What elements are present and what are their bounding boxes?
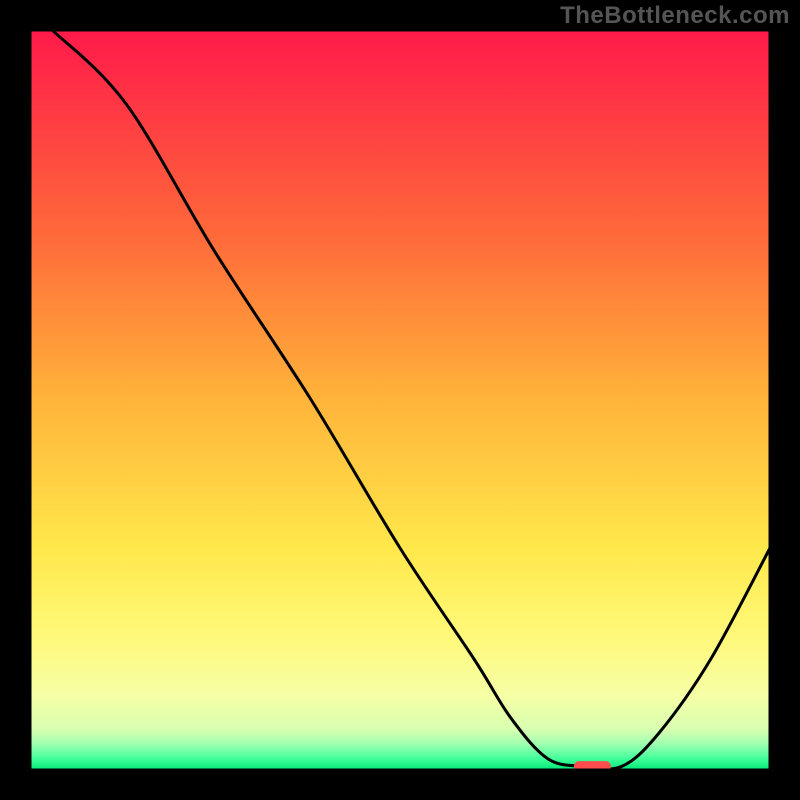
bottleneck-chart [0, 0, 800, 800]
plot-background [30, 30, 770, 770]
watermark-label: TheBottleneck.com [560, 2, 790, 30]
